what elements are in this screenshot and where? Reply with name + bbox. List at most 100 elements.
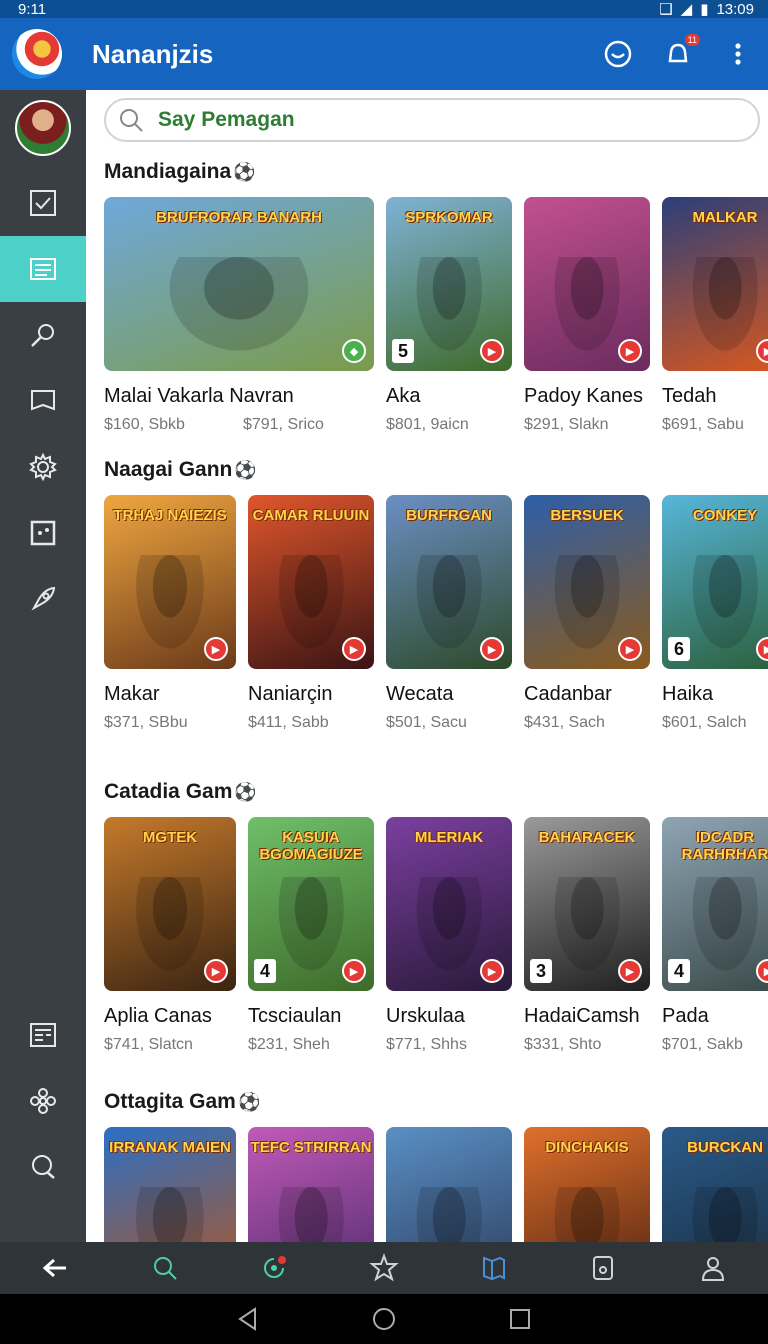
game-card[interactable] bbox=[386, 1127, 512, 1242]
game-price: $741, Slatcn bbox=[104, 1036, 193, 1053]
game-thumbnail[interactable]: IRRANAK MAIEN bbox=[104, 1127, 236, 1242]
game-card[interactable]: BERSUEK ▶ Cadanbar $431, Sach bbox=[524, 495, 650, 732]
game-thumbnail[interactable]: KASUIA BGOMAGIUZE 4 ▶ bbox=[248, 817, 374, 991]
play-icon[interactable]: ▶ bbox=[342, 959, 366, 983]
play-icon[interactable]: ▶ bbox=[618, 339, 642, 363]
game-card[interactable]: BURCKAN bbox=[662, 1127, 768, 1242]
game-thumbnail[interactable]: SPRKOMAR 5 ▶ bbox=[386, 197, 512, 371]
sidebar-item-list[interactable] bbox=[0, 236, 86, 302]
nav-profile[interactable] bbox=[683, 1243, 743, 1293]
game-prices: $231, Sheh bbox=[248, 1036, 374, 1054]
game-card[interactable]: DINCHAKIS bbox=[524, 1127, 650, 1242]
nav-search[interactable] bbox=[135, 1243, 195, 1293]
game-thumbnail[interactable]: CAMAR RLUUIN ▶ bbox=[248, 495, 374, 669]
sidebar-item-library[interactable] bbox=[0, 368, 86, 434]
sidebar-item-search[interactable] bbox=[0, 302, 86, 368]
play-icon[interactable]: ▶ bbox=[204, 959, 228, 983]
tag-icon[interactable]: ◆ bbox=[342, 339, 366, 363]
game-card[interactable]: IRRANAK MAIEN bbox=[104, 1127, 236, 1242]
game-art-figure bbox=[130, 554, 210, 659]
game-thumbnail[interactable]: IDCADR RARHRHAR4▶ bbox=[662, 817, 768, 991]
system-recents-icon[interactable] bbox=[507, 1306, 533, 1332]
game-prices: $801, 9aicn bbox=[386, 416, 512, 434]
game-thumbnail[interactable]: TRHAJ NAIEZIS ▶ bbox=[104, 495, 236, 669]
game-thumbnail[interactable]: TEFC STRIRRAN bbox=[248, 1127, 374, 1242]
game-thumbnail[interactable]: BURFRGAN ▶ bbox=[386, 495, 512, 669]
sidebar-item-launch[interactable] bbox=[0, 566, 86, 632]
sidebar-item-games[interactable] bbox=[0, 500, 86, 566]
app-title: Nananjzis bbox=[92, 38, 214, 69]
game-thumbnail[interactable]: BAHARACEK 3 ▶ bbox=[524, 817, 650, 991]
rocket-icon bbox=[31, 586, 56, 611]
gear-icon bbox=[29, 452, 57, 482]
sidebar-item-news[interactable] bbox=[0, 1002, 86, 1068]
game-art-title: MLERIAK bbox=[414, 829, 484, 846]
game-art-title: MALKAR bbox=[692, 209, 758, 226]
game-card[interactable]: ▶ Padoy Kanes $291, Slakn bbox=[524, 197, 650, 434]
play-icon[interactable]: ▶ bbox=[480, 959, 504, 983]
notifications-button[interactable]: 11 bbox=[648, 24, 708, 84]
game-thumbnail[interactable] bbox=[386, 1127, 512, 1242]
game-card[interactable]: MGTEK ▶ Aplia Canas $741, Slatcn bbox=[104, 817, 236, 1054]
game-prices: $501, Sacu bbox=[386, 714, 512, 732]
game-name: Pada bbox=[662, 1005, 709, 1027]
bottom-nav bbox=[0, 1242, 768, 1294]
game-thumbnail[interactable]: BRUFRORAR BANARH ◆ bbox=[104, 197, 374, 371]
game-prices: $371, SBbu bbox=[104, 714, 236, 732]
game-prices: $771, Shhs bbox=[386, 1036, 512, 1054]
game-art-title: MGTEK bbox=[142, 829, 198, 846]
avatar[interactable] bbox=[15, 100, 71, 156]
game-thumbnail[interactable]: MALKAR▶ bbox=[662, 197, 768, 371]
game-thumbnail[interactable]: DINCHAKIS bbox=[524, 1127, 650, 1242]
play-icon[interactable]: ▶ bbox=[204, 637, 228, 661]
game-card[interactable]: BAHARACEK 3 ▶ HadaiCamsh $331, Shto bbox=[524, 817, 650, 1054]
sidebar-item-tasks[interactable] bbox=[0, 170, 86, 236]
play-icon[interactable]: ▶ bbox=[480, 339, 504, 363]
play-icon[interactable]: ▶ bbox=[480, 637, 504, 661]
search-tool-icon bbox=[31, 324, 54, 347]
wallet-icon bbox=[593, 1256, 614, 1280]
game-art-title: BAHARACEK bbox=[538, 829, 636, 846]
nav-wallet[interactable] bbox=[573, 1243, 633, 1293]
game-card[interactable]: SPRKOMAR 5 ▶ Aka $801, 9aicn bbox=[386, 197, 512, 434]
nav-featured[interactable] bbox=[354, 1243, 414, 1293]
game-art-figure bbox=[130, 1186, 210, 1242]
back-button[interactable] bbox=[25, 1243, 85, 1293]
play-icon[interactable]: ▶ bbox=[618, 637, 642, 661]
play-icon[interactable]: ▶ bbox=[618, 959, 642, 983]
system-back-icon[interactable] bbox=[235, 1306, 261, 1332]
game-card[interactable]: BRUFRORAR BANARH ◆ Malai Vakarla Navran $16… bbox=[104, 197, 374, 434]
game-card[interactable]: MALKAR▶ Tedah $691, Sabu bbox=[662, 197, 768, 434]
controller-button[interactable] bbox=[588, 24, 648, 84]
news-icon bbox=[30, 1023, 56, 1047]
search-input[interactable] bbox=[158, 108, 718, 132]
game-price-secondary: $791, Srico bbox=[242, 416, 324, 433]
game-card[interactable]: MLERIAK ▶ Urskulaa $771, Shhs bbox=[386, 817, 512, 1054]
game-thumbnail[interactable]: ▶ bbox=[524, 197, 650, 371]
game-thumbnail[interactable]: BURCKAN bbox=[662, 1127, 768, 1242]
game-thumbnail[interactable]: CONKEY6▶ bbox=[662, 495, 768, 669]
game-card[interactable]: BURFRGAN ▶ Wecata $501, Sacu bbox=[386, 495, 512, 732]
game-card[interactable]: CAMAR RLUUIN ▶ Naniarçin $411, Sabb bbox=[248, 495, 374, 732]
nav-refresh[interactable] bbox=[244, 1243, 304, 1293]
game-art-figure bbox=[411, 876, 487, 981]
game-card[interactable]: TRHAJ NAIEZIS ▶ Makar $371, SBbu bbox=[104, 495, 236, 732]
game-card[interactable]: KASUIA BGOMAGIUZE 4 ▶ Tcsciaulan $231, Sheh bbox=[248, 817, 374, 1054]
sidebar-item-favorites[interactable] bbox=[0, 1068, 86, 1134]
game-card[interactable]: TEFC STRIRRAN bbox=[248, 1127, 374, 1242]
game-card[interactable]: IDCADR RARHRHAR4▶Pada$701, Sakb bbox=[662, 817, 768, 1054]
more-button[interactable] bbox=[708, 24, 768, 84]
nav-map[interactable] bbox=[464, 1243, 524, 1293]
game-card[interactable]: CONKEY6▶Haika$601, Salch bbox=[662, 495, 768, 732]
game-art-title: BURCKAN bbox=[687, 1139, 763, 1156]
game-row: IRRANAK MAIEN TEFC STRIRRAN DINCHAKIS BURCK… bbox=[104, 1127, 768, 1242]
status-clock: 13:09 bbox=[716, 0, 754, 18]
sidebar-item-chat[interactable] bbox=[0, 1134, 86, 1200]
play-icon[interactable]: ▶ bbox=[342, 637, 366, 661]
search-bar[interactable] bbox=[104, 98, 760, 142]
game-thumbnail[interactable]: MGTEK ▶ bbox=[104, 817, 236, 991]
game-thumbnail[interactable]: MLERIAK ▶ bbox=[386, 817, 512, 991]
sidebar-item-settings[interactable] bbox=[0, 434, 86, 500]
system-home-icon[interactable] bbox=[371, 1306, 397, 1332]
game-thumbnail[interactable]: BERSUEK ▶ bbox=[524, 495, 650, 669]
